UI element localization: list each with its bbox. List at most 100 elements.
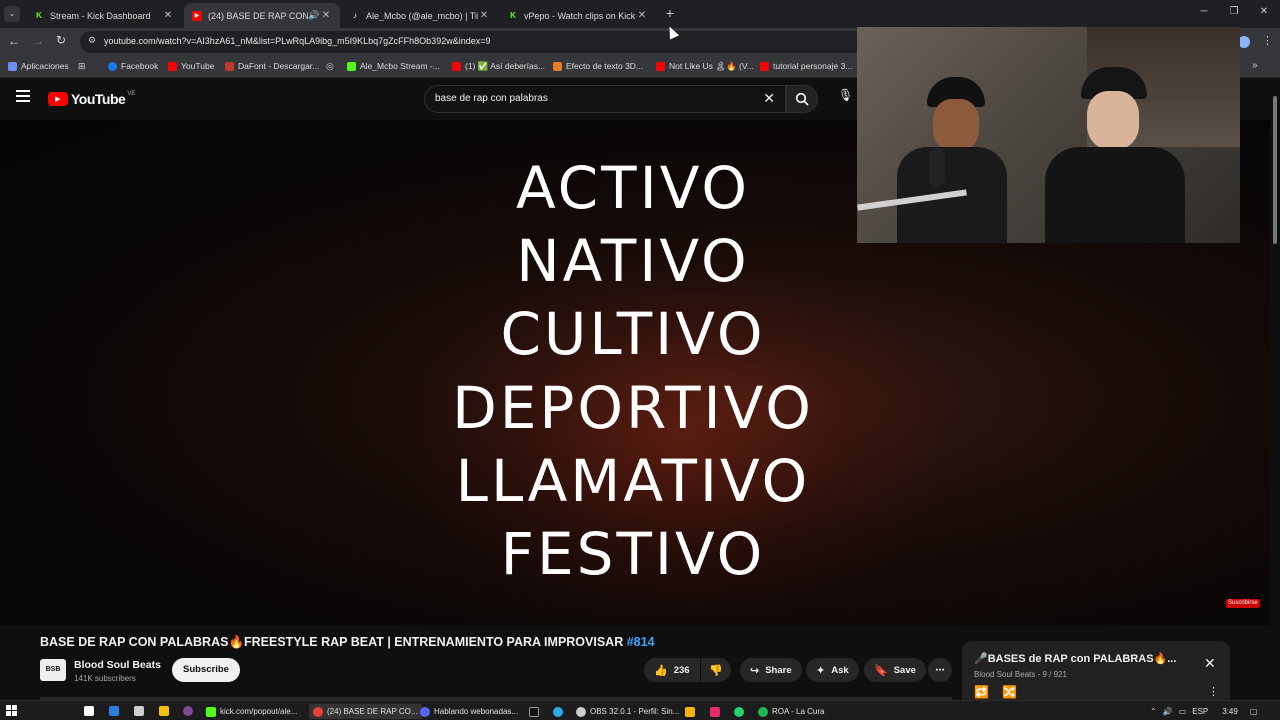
- channel-name[interactable]: Blood Soul Beats: [74, 659, 161, 671]
- share-button[interactable]: ↪ Share: [740, 658, 802, 682]
- more-bookmarks-icon[interactable]: »: [1252, 60, 1258, 71]
- close-icon[interactable]: ✕: [636, 10, 648, 21]
- tab-title: Ale_Mcbo (@ale_mcbo) | TikTok: [366, 10, 478, 21]
- save-button[interactable]: 🔖 Save: [864, 658, 926, 682]
- network-icon[interactable]: ▭: [1179, 707, 1187, 716]
- kick-icon: [347, 61, 356, 71]
- calendar-app-icon[interactable]: [84, 706, 94, 716]
- volume-icon[interactable]: 🔊: [1163, 707, 1173, 716]
- playlist-title[interactable]: 🎤BASES de RAP con PALABRAS🔥...: [974, 652, 1194, 665]
- video-title-text: BASE DE RAP CON PALABRAS🔥FREESTYLE RAP B…: [40, 635, 624, 649]
- taskbar-label: (24) BASE DE RAP CO...: [327, 707, 418, 716]
- notification-icon[interactable]: ▢: [1250, 707, 1258, 716]
- bookmark-youtube[interactable]: YouTube: [168, 61, 214, 71]
- kick-icon: K: [508, 10, 518, 21]
- language-indicator[interactable]: ESP: [1192, 707, 1208, 716]
- window-close-button[interactable]: ✕: [1256, 6, 1272, 17]
- google-apps-icon[interactable]: ⊞: [78, 61, 86, 72]
- tab-title: vPepo - Watch clips on Kick: [524, 10, 636, 21]
- like-button[interactable]: 👍 236: [644, 658, 700, 682]
- tab-title: (24) BASE DE RAP CON PA: [208, 10, 308, 21]
- tab-youtube-video[interactable]: ▶ (24) BASE DE RAP CON PA 🔊 ✕: [184, 3, 340, 28]
- bookmark-not-like-us[interactable]: Not Like Us 🏝🔥 (V...: [656, 61, 754, 72]
- search-input[interactable]: base de rap con palabras ✕: [424, 85, 786, 113]
- tab-kick-clips[interactable]: K vPepo - Watch clips on Kick ✕: [500, 3, 656, 28]
- youtube-logo-text: YouTube: [71, 91, 126, 107]
- sparkle-icon: ✦: [816, 664, 826, 677]
- bookmark-dafont[interactable]: DaFont - Descargar...: [225, 61, 319, 71]
- more-horizontal-icon: ⋯: [935, 664, 945, 676]
- bookmark-apps[interactable]: Aplicaciones: [8, 61, 69, 71]
- taskbar-item-telegram[interactable]: [553, 704, 567, 719]
- site-info-icon[interactable]: ⚙: [88, 35, 96, 46]
- new-tab-button[interactable]: +: [662, 5, 678, 21]
- bookmark-tutorial[interactable]: tutorial personaje 3...: [760, 61, 852, 71]
- close-icon[interactable]: ✕: [162, 10, 174, 21]
- subscribe-watermark[interactable]: Suscribirse: [1226, 599, 1260, 608]
- maximize-button[interactable]: ❐: [1226, 6, 1242, 17]
- voice-search-icon[interactable]: 🎙: [838, 88, 856, 108]
- taskbar-item-tiktok[interactable]: [529, 704, 543, 719]
- taskbar-item-kick[interactable]: kick.com/popout/ale...: [206, 704, 297, 719]
- microphone: [929, 147, 945, 187]
- tab-tiktok[interactable]: ♪ Ale_Mcbo (@ale_mcbo) | TikTok ✕: [342, 3, 498, 28]
- taskbar-item-explorer[interactable]: [685, 704, 699, 719]
- taskbar-item-instagram[interactable]: [710, 704, 724, 719]
- close-icon[interactable]: ✕: [320, 10, 332, 21]
- kick-icon: [206, 706, 216, 717]
- minimize-button[interactable]: ─: [1196, 6, 1212, 17]
- chevron-up-icon[interactable]: ⌃: [1150, 707, 1157, 716]
- windows-start-icon[interactable]: [6, 705, 17, 716]
- youtube-icon: [760, 61, 769, 71]
- obs-icon: [576, 706, 586, 717]
- mail-app-icon[interactable]: [109, 706, 119, 716]
- pen-app-icon[interactable]: [134, 706, 144, 716]
- loop-icon[interactable]: 🔁: [974, 685, 989, 699]
- taskbar-item-spotify[interactable]: ROA - La Cura: [758, 704, 824, 719]
- bookmark-video-1[interactable]: (1) ✅ Así deberías...: [452, 61, 545, 72]
- taskbar-item-chrome[interactable]: (24) BASE DE RAP CO...: [309, 704, 422, 719]
- lyric-word: LLAMATIVO: [455, 447, 811, 515]
- reload-button[interactable]: ↻: [56, 33, 66, 47]
- taskbar-item-whatsapp[interactable]: [734, 704, 748, 719]
- tab-kick-dashboard[interactable]: K Stream - Kick Dashboard ✕: [26, 3, 182, 28]
- playlist-more-icon[interactable]: ⋮: [1208, 685, 1219, 698]
- scroll-thumb[interactable]: [1273, 96, 1277, 244]
- more-actions-button[interactable]: ⋯: [928, 658, 952, 682]
- subscribe-button[interactable]: Subscribe: [172, 658, 240, 682]
- bookmark-label: Facebook: [121, 61, 159, 71]
- clock[interactable]: 3:49: [1222, 707, 1238, 716]
- notes-app-icon[interactable]: [159, 706, 169, 716]
- ask-button[interactable]: ✦ Ask: [806, 658, 859, 682]
- youtube-logo[interactable]: ▶ YouTube VE: [48, 91, 135, 107]
- tor-app-icon[interactable]: [183, 706, 193, 716]
- windows-taskbar: kick.com/popout/ale... (24) BASE DE RAP …: [0, 700, 1280, 720]
- chrome-icon: [313, 706, 323, 717]
- search-button[interactable]: [786, 85, 818, 113]
- speaker-icon[interactable]: 🔊: [308, 10, 320, 21]
- taskbar-item-obs[interactable]: OBS 32.0.1 - Perfil: Sin...: [576, 704, 679, 719]
- back-button[interactable]: ←: [8, 34, 20, 48]
- bookmark-add-icon: 🔖: [874, 664, 888, 677]
- kick-icon: K: [34, 10, 44, 21]
- hamburger-menu-icon[interactable]: [16, 90, 30, 102]
- close-playlist-icon[interactable]: ✕: [1204, 655, 1216, 672]
- bookmark-efecto-texto[interactable]: Efecto de texto 3D...: [553, 61, 643, 71]
- bookmark-label: (1) ✅ Así deberías...: [465, 61, 546, 71]
- forward-button[interactable]: →: [32, 34, 44, 48]
- globe-icon[interactable]: ◎: [326, 61, 334, 72]
- close-icon[interactable]: ✕: [478, 10, 490, 21]
- youtube-icon: ▶: [192, 10, 202, 21]
- bookmark-facebook[interactable]: Facebook: [108, 61, 158, 71]
- clear-search-icon[interactable]: ✕: [763, 90, 775, 107]
- bookmark-kick-stream[interactable]: Ale_Mcbo Stream -...: [347, 61, 440, 71]
- menu-icon[interactable]: ⋮: [1262, 34, 1273, 47]
- shuffle-icon[interactable]: 🔀: [1002, 685, 1017, 699]
- channel-avatar[interactable]: BSB: [40, 659, 66, 681]
- tab-search-button[interactable]: ⌄: [4, 6, 20, 22]
- taskbar-item-discord[interactable]: Hablando webonadas...: [420, 704, 518, 719]
- video-hashtag[interactable]: #814: [627, 635, 655, 649]
- dislike-button[interactable]: 👎: [701, 658, 731, 682]
- thumbs-up-icon: 👍: [654, 664, 668, 677]
- page-scrollbar[interactable]: [1270, 78, 1280, 700]
